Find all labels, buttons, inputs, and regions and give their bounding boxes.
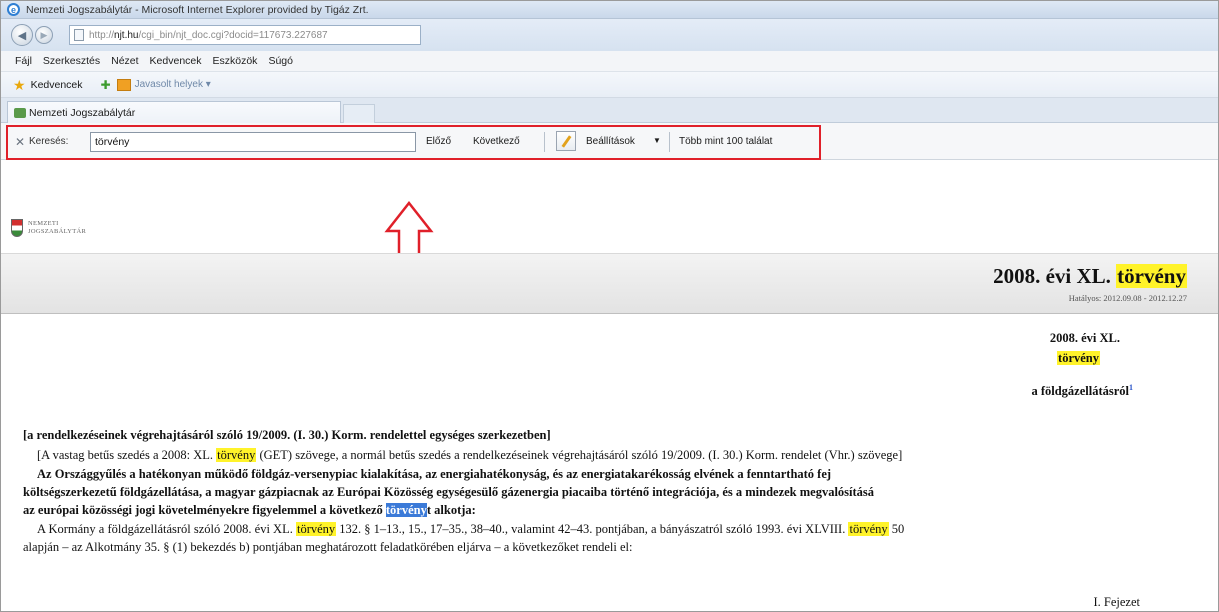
site-header [1,160,1218,255]
doc-text: [A vastag betűs szedés a 2008: XL. [37,448,214,462]
url-path: /cgi_bin/njt_doc.cgi?docid=117673.227687 [138,29,328,41]
favorites-bar: ★ Kedvencek ✚ Javasolt helyek ▾ [1,72,1218,98]
doc-paragraph: alapján – az Alkotmány 35. § (1) bekezdé… [23,540,633,554]
match-count: Több mint 100 találat [679,136,773,147]
suggested-sites-button[interactable]: Javasolt helyek ▾ [135,79,211,90]
page-title: 2008. évi XL. törvény [993,264,1187,289]
browser-window: e Nemzeti Jogszabálytár - Microsoft Inte… [0,0,1219,612]
page-icon [74,29,84,41]
doc-paragraph: [A vastag betűs szedés a 2008: XL. törvé… [37,448,902,463]
title-bar: e Nemzeti Jogszabálytár - Microsoft Inte… [1,1,1218,19]
search-match: törvény [216,448,257,462]
chapter-heading: I. Fejezet [1093,595,1140,609]
doc-heading-subject: a földgázellátásról1 [1031,383,1133,399]
separator [669,132,670,152]
doc-text: az európai közösségi jogi követelményekr… [23,503,383,517]
logo-line-2: JOGSZABÁLYTÁR [28,228,87,235]
doc-heading-type: törvény [1057,351,1100,366]
add-favorite-icon[interactable]: ✚ [101,78,111,92]
validity-text: Hatályos: 2012.09.08 - 2012.12.27 [1068,293,1187,303]
menu-help[interactable]: Súgó [268,55,293,67]
site-logo[interactable]: NEMZETI JOGSZABÁLYTÁR [28,220,86,236]
doc-text: A Kormány a földgázellátásról szóló 2008… [37,522,293,536]
find-label: Keresés: [29,136,69,147]
doc-paragraph: az európai közösségi jogi követelményekr… [23,503,476,518]
doc-paragraph: Az Országgyűlés a hatékonyan működő föld… [37,467,832,481]
doc-text: 50 [891,522,905,536]
menu-view[interactable]: Nézet [111,55,138,67]
doc-paragraph: A Kormány a földgázellátásról szóló 2008… [37,522,904,537]
window-title: Nemzeti Jogszabálytár - Microsoft Intern… [26,3,369,16]
address-bar[interactable]: http://njt.hu/cgi_bin/njt_doc.cgi?docid=… [69,25,421,45]
chevron-down-icon[interactable]: ▼ [653,136,661,145]
address-row: ◀ ▶ http://njt.hu/cgi_bin/njt_doc.cgi?do… [1,19,1218,51]
footnote-link[interactable]: 1 [1129,383,1133,392]
menu-tools[interactable]: Eszközök [213,55,258,67]
search-match: törvény [1057,351,1100,365]
doc-heading-subject-text: a földgázellátásról [1031,384,1129,399]
find-bar: ✕ Keresés: törvény Előző Következő Beáll… [1,123,1218,160]
doc-paragraph: költségszerkezetű földgázellátása, a mag… [23,485,875,499]
tab-row: Nemzeti Jogszabálytár [1,98,1218,123]
back-button[interactable]: ◀ [11,24,33,46]
find-input[interactable]: törvény [90,132,416,152]
favorites-button[interactable]: Kedvencek [31,79,83,91]
suggested-sites-icon [116,78,131,91]
menu-bar: Fájl Szerkesztés Nézet Kedvencek Eszközö… [1,51,1218,72]
settings-button[interactable]: Beállítások [586,136,635,147]
doc-paragraph: [a rendelkezéseinek végrehajtásáról szól… [23,428,551,442]
tab-favicon-icon [14,107,26,118]
highlight-pen-icon[interactable] [556,131,576,151]
doc-text: t alkotja: [426,503,476,517]
close-icon[interactable]: ✕ [15,135,25,149]
current-search-match: törvény [385,503,427,517]
logo-line-1: NEMZETI [28,220,59,227]
tab-label: Nemzeti Jogszabálytár [29,106,136,119]
star-icon[interactable]: ★ [13,78,26,92]
url-prefix: http:// [89,29,115,41]
menu-favorites[interactable]: Kedvencek [150,55,202,67]
search-match: törvény [1116,264,1187,288]
menu-file[interactable]: Fájl [15,55,32,67]
previous-button[interactable]: Előző [426,136,451,147]
ie-logo-icon: e [7,3,20,16]
search-match: törvény [848,522,889,536]
new-tab-button[interactable] [343,104,375,123]
tab-active[interactable]: Nemzeti Jogszabálytár [7,101,341,123]
doc-text: (GET) szövege, a normál betűs szedés a r… [259,448,903,462]
next-button[interactable]: Következő [473,136,520,147]
separator [544,132,545,152]
url-host: njt.hu [114,29,139,41]
doc-heading-year: 2008. évi XL. [1049,331,1120,345]
search-match: törvény [295,522,337,536]
menu-edit[interactable]: Szerkesztés [43,55,100,67]
coat-of-arms-icon[interactable] [11,219,23,237]
page-title-text: 2008. évi XL. [993,264,1111,288]
forward-button[interactable]: ▶ [35,26,53,44]
doc-text: 132. § 1–13., 15., 17–35., 38–40., valam… [339,522,846,536]
